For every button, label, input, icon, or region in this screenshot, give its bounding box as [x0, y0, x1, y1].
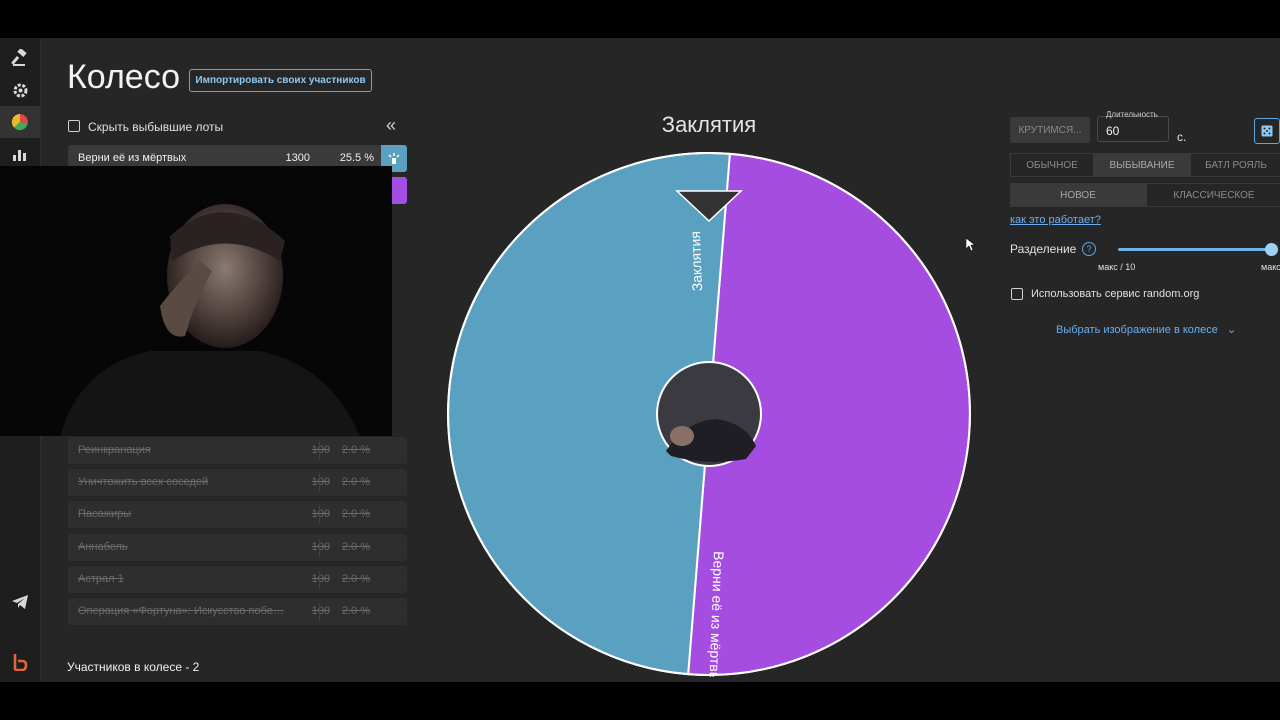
hide-dropped-checkbox[interactable] [68, 120, 80, 132]
help-icon[interactable]: ? [1082, 242, 1096, 256]
lot-percent: 2.0 % [341, 508, 370, 520]
lot-name: Реинкранация [78, 444, 151, 456]
wheel-segment-label: Заклятия [687, 231, 705, 292]
lot-row-dropped[interactable]: Операция «Фортуна»: Искусство побе… 100 2.… [68, 598, 407, 625]
lot-percent: 2.0 % [341, 444, 370, 456]
mode-battle-royale[interactable]: БАТЛ РОЯЛЬ [1190, 153, 1280, 177]
lot-amount: 1300 [285, 152, 310, 164]
row-divider [319, 506, 320, 523]
lot-row-dropped[interactable]: Астрал 1 100 2.0 % [68, 566, 407, 593]
lot-percent: 2.0 % [341, 573, 370, 585]
spark-icon [388, 152, 400, 164]
collapse-panel-icon[interactable]: « [386, 115, 396, 136]
duration-label: Длительность [1106, 110, 1158, 119]
image-select-dropdown[interactable]: Выбрать изображение в колесе ⌄ [1056, 323, 1236, 336]
spin-button[interactable]: КРУТИМСЯ... [1010, 117, 1090, 143]
wheel-icon[interactable] [0, 106, 40, 138]
lot-percent: 25.5 % [339, 152, 374, 164]
row-divider [319, 539, 320, 556]
variant-new[interactable]: НОВОЕ [1010, 183, 1146, 207]
row-divider [319, 571, 320, 588]
lot-amount: 100 [311, 605, 330, 617]
mode-normal[interactable]: ОБЫЧНОЕ [1010, 153, 1094, 177]
page-title: Колесо [67, 58, 181, 96]
wheel-title: Заклятия [661, 112, 757, 137]
lot-row-dropped[interactable]: Пасажиры 100 2.0 % [68, 501, 407, 528]
split-max-label: макс [1261, 262, 1280, 272]
lot-name: Астрал 1 [78, 573, 124, 585]
letterbox-bottom [0, 682, 1280, 720]
wheel[interactable]: ЗаклятияВерни её из мёртвых [446, 151, 972, 677]
gavel-icon[interactable] [0, 42, 40, 74]
lot-row-dropped[interactable]: Аннабель 100 2.0 % [68, 534, 407, 561]
participants-count: Участников в колесе - 2 [67, 660, 200, 674]
row-divider [319, 442, 320, 459]
mouse-cursor-icon [966, 238, 976, 252]
hide-dropped-label: Скрыть выбывшие лоты [88, 120, 224, 134]
split-label: Разделение [1010, 242, 1077, 256]
lot-amount: 100 [311, 476, 330, 488]
lot-name: Аннабель [78, 541, 128, 553]
lot-row-dropped[interactable]: Уничтожить всех соседей 100 2.0 % [68, 469, 407, 496]
randomize-button[interactable] [1254, 118, 1280, 144]
split-slider-thumb[interactable] [1265, 243, 1278, 256]
duration-value: 60 [1106, 124, 1120, 138]
image-select-label: Выбрать изображение в колесе [1056, 324, 1218, 336]
row-divider [319, 474, 320, 491]
webcam-overlay [0, 166, 392, 436]
import-participants-button[interactable]: Импортировать своих участников [189, 69, 372, 92]
lot-percent: 2.0 % [341, 605, 370, 617]
variant-classic[interactable]: КЛАССИЧЕСКОЕ [1146, 183, 1280, 207]
dice-icon [1261, 125, 1273, 137]
split-slider-track[interactable] [1118, 248, 1276, 251]
chevron-down-icon: ⌄ [1226, 324, 1237, 336]
telegram-icon[interactable] [0, 586, 40, 618]
duration-input[interactable]: 60 [1097, 116, 1169, 142]
random-org-checkbox[interactable] [1011, 288, 1023, 300]
lot-amount: 100 [311, 444, 330, 456]
webcam-feed [0, 166, 392, 436]
lot-amount: 100 [311, 508, 330, 520]
lot-name: Верни её из мёртвых [78, 152, 187, 164]
lot-row-dropped[interactable]: Реинкранация 100 2.0 % [68, 437, 407, 464]
lot-percent: 2.0 % [341, 541, 370, 553]
how-it-works-link[interactable]: как это работает? [1010, 214, 1101, 226]
wheel-app: Колесо Импортировать своих участников Ск… [0, 38, 1280, 682]
lot-name: Операция «Фортуна»: Искусство побе… [78, 605, 284, 617]
split-min-label: макс / 10 [1098, 262, 1136, 272]
brand-logo-icon[interactable] [0, 646, 40, 678]
lot-name: Пасажиры [78, 508, 132, 520]
lot-percent: 2.0 % [341, 476, 370, 488]
row-divider [319, 603, 320, 620]
mode-elimination[interactable]: ВЫБЫВАНИЕ [1094, 153, 1190, 177]
gear-icon[interactable] [0, 74, 40, 106]
random-org-label: Использовать сервис random.org [1031, 288, 1200, 300]
lot-amount: 100 [311, 541, 330, 553]
wheel-center-image [656, 361, 762, 467]
lot-amount: 100 [311, 573, 330, 585]
lot-name: Уничтожить всех соседей [78, 476, 209, 488]
duration-unit: с. [1177, 130, 1187, 144]
